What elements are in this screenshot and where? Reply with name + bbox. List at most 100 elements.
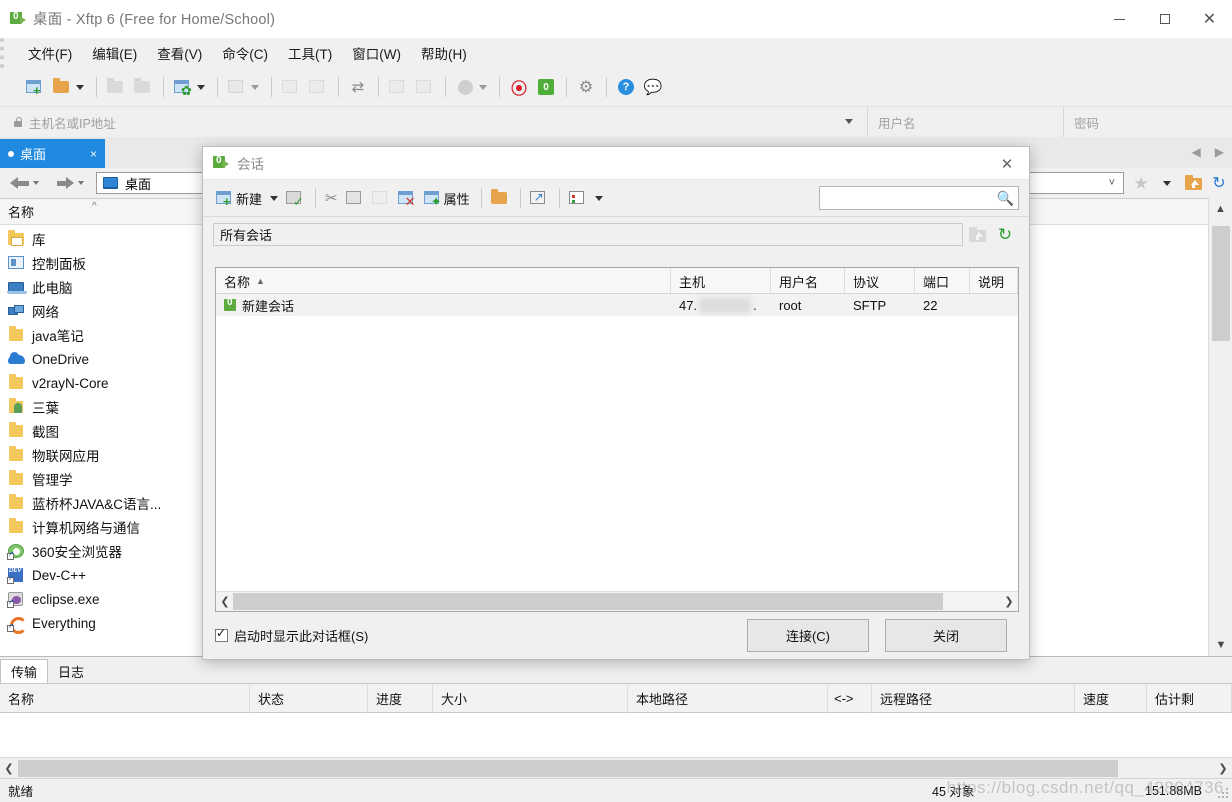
tab-log[interactable]: 日志 bbox=[48, 659, 94, 683]
tab-close-icon[interactable]: × bbox=[90, 147, 97, 161]
hscroll-right-icon[interactable]: ❯ bbox=[1214, 762, 1232, 775]
column-status[interactable]: 状态 bbox=[250, 683, 368, 713]
copy-icon[interactable] bbox=[343, 184, 367, 212]
column-size[interactable]: 大小 bbox=[433, 683, 628, 713]
minimize-button[interactable] bbox=[1097, 0, 1142, 38]
toolbar-separator bbox=[217, 77, 218, 97]
show-on-startup-checkbox[interactable] bbox=[215, 626, 228, 642]
search-input[interactable]: 🔍 bbox=[819, 186, 1019, 210]
help-icon[interactable]: ? bbox=[613, 74, 639, 100]
new-session-button[interactable]: + 新建 bbox=[213, 184, 265, 212]
refresh-icon[interactable]: ↻ bbox=[991, 222, 1019, 248]
host-dropdown-caret-icon[interactable] bbox=[845, 119, 853, 124]
lock-icon bbox=[14, 117, 22, 127]
column-speed[interactable]: 速度 bbox=[1075, 683, 1147, 713]
shortcut-icon[interactable]: ↗ bbox=[527, 184, 551, 212]
menu-file[interactable]: 文件(F) bbox=[18, 39, 82, 67]
column-name[interactable]: 名称 bbox=[0, 683, 250, 713]
table-row[interactable]: 新建会话 47.. root SFTP 22 bbox=[216, 294, 1018, 316]
tab-scroll-right-icon[interactable]: ▶ bbox=[1215, 145, 1224, 159]
tab-transfer[interactable]: 传输 bbox=[0, 659, 49, 683]
forward-button[interactable] bbox=[55, 174, 77, 192]
column-name[interactable]: 名称 bbox=[0, 202, 200, 221]
list-item-label: eclipse.exe bbox=[32, 591, 100, 607]
close-button[interactable]: ✕ bbox=[1187, 0, 1232, 38]
column-username[interactable]: 用户名 bbox=[771, 268, 845, 294]
back-button[interactable] bbox=[10, 174, 32, 192]
properties-button[interactable]: ✦ 属性 bbox=[421, 184, 473, 212]
dialog-close-action-button[interactable]: 关闭 bbox=[885, 618, 1007, 652]
session-path-input[interactable]: 所有会话 bbox=[213, 223, 963, 246]
scroll-up-icon[interactable]: ▲ bbox=[1209, 198, 1232, 220]
column-port[interactable]: 端口 bbox=[915, 268, 970, 294]
maximize-button[interactable] bbox=[1142, 0, 1187, 38]
new-session-icon[interactable]: + bbox=[22, 74, 48, 100]
tab-scroll-left-icon[interactable]: ◀ bbox=[1192, 145, 1201, 159]
new-session-dropdown-caret-icon[interactable] bbox=[267, 184, 281, 212]
column-local-path[interactable]: 本地路径 bbox=[628, 683, 828, 713]
hscroll-left-icon[interactable]: ❮ bbox=[216, 595, 234, 608]
open-folder-icon[interactable] bbox=[49, 74, 75, 100]
resize-grip-icon[interactable] bbox=[1217, 787, 1229, 799]
view-mode-icon[interactable] bbox=[566, 184, 590, 212]
column-direction[interactable]: <-> bbox=[828, 683, 872, 713]
scroll-down-icon[interactable]: ▼ bbox=[1209, 634, 1232, 656]
menu-help[interactable]: 帮助(H) bbox=[411, 39, 477, 67]
dialog-toolbar-separator bbox=[480, 188, 482, 208]
cut-icon[interactable]: ✂ bbox=[322, 184, 341, 212]
toolbar-separator bbox=[163, 77, 164, 97]
hscroll-left-icon[interactable]: ❮ bbox=[0, 762, 18, 775]
save-as-icon[interactable]: ✓ bbox=[283, 184, 307, 212]
menu-view[interactable]: 查看(V) bbox=[147, 39, 212, 67]
menu-edit[interactable]: 编辑(E) bbox=[82, 39, 147, 67]
hscroll-track[interactable] bbox=[18, 759, 1214, 777]
open-folder-icon[interactable] bbox=[488, 184, 512, 212]
home-folder-icon[interactable] bbox=[1180, 171, 1206, 195]
tab-desktop[interactable]: 桌面 × bbox=[0, 139, 105, 168]
xshell-icon[interactable]: ⦿ bbox=[506, 74, 532, 100]
menu-command[interactable]: 命令(C) bbox=[212, 39, 278, 67]
password-input[interactable]: 密码 bbox=[1064, 107, 1232, 137]
bookmark-star-icon[interactable]: ★ bbox=[1128, 171, 1154, 195]
column-remote-path[interactable]: 远程路径 bbox=[872, 683, 1075, 713]
sort-indicator-icon: ^ bbox=[92, 201, 97, 212]
refresh-icon[interactable]: ↻ bbox=[1206, 171, 1232, 195]
search-icon[interactable]: 🔍 bbox=[997, 190, 1014, 207]
disconnect-icon bbox=[103, 74, 129, 100]
host-input[interactable]: 主机名或IP地址 bbox=[0, 107, 868, 137]
path-dropdown-caret-icon[interactable]: ˅ bbox=[1109, 177, 1115, 189]
list-item-label: 截图 bbox=[32, 425, 59, 440]
username-input[interactable]: 用户名 bbox=[868, 107, 1064, 137]
session-list-hscrollbar[interactable]: ❮ ❯ bbox=[216, 591, 1018, 611]
menu-tools[interactable]: 工具(T) bbox=[278, 39, 342, 67]
column-protocol[interactable]: 协议 bbox=[845, 268, 915, 294]
back-history-caret-icon[interactable] bbox=[33, 181, 39, 185]
view-mode-dropdown-caret-icon[interactable] bbox=[592, 184, 606, 212]
connect-button[interactable]: 连接(C) bbox=[747, 618, 869, 652]
dialog-close-button[interactable]: ✕ bbox=[985, 147, 1029, 180]
file-list-scrollbar[interactable]: ▲ ▼ bbox=[1208, 198, 1232, 656]
transfer-panel: 传输 日志 名称 状态 进度 大小 本地路径 <-> 远程路径 速度 估计剩 ❮… bbox=[0, 656, 1232, 802]
column-progress[interactable]: 进度 bbox=[368, 683, 433, 713]
hscroll-thumb[interactable] bbox=[233, 593, 943, 610]
column-name[interactable]: 名称 ▲ bbox=[216, 268, 671, 294]
forward-history-caret-icon[interactable] bbox=[78, 181, 84, 185]
app-icon bbox=[10, 11, 26, 26]
bookmark-dropdown-caret-icon[interactable] bbox=[1154, 171, 1180, 195]
hscroll-right-icon[interactable]: ❯ bbox=[1000, 595, 1018, 608]
scrollbar-thumb[interactable] bbox=[1212, 226, 1230, 341]
open-dropdown-caret-icon[interactable] bbox=[76, 84, 84, 90]
menu-window[interactable]: 窗口(W) bbox=[342, 39, 411, 67]
xftp-icon[interactable]: 0 bbox=[533, 74, 559, 100]
status-object-count: 45 对象 bbox=[932, 785, 975, 799]
show-on-startup-label[interactable]: 启动时显示此对话框(S) bbox=[234, 626, 368, 645]
transfer-hscrollbar[interactable]: ❮ ❯ bbox=[0, 757, 1232, 778]
settings-dropdown-caret-icon[interactable] bbox=[197, 84, 205, 90]
sync-icon[interactable]: ⇄ bbox=[345, 74, 371, 100]
settings-window-icon[interactable]: ✿ bbox=[170, 74, 196, 100]
gear-icon[interactable]: ⚙ bbox=[573, 74, 599, 100]
column-description[interactable]: 说明 bbox=[970, 268, 1018, 294]
delete-icon[interactable]: ✕ bbox=[395, 184, 419, 212]
column-eta[interactable]: 估计剩 bbox=[1147, 683, 1232, 713]
column-host[interactable]: 主机 bbox=[671, 268, 771, 294]
